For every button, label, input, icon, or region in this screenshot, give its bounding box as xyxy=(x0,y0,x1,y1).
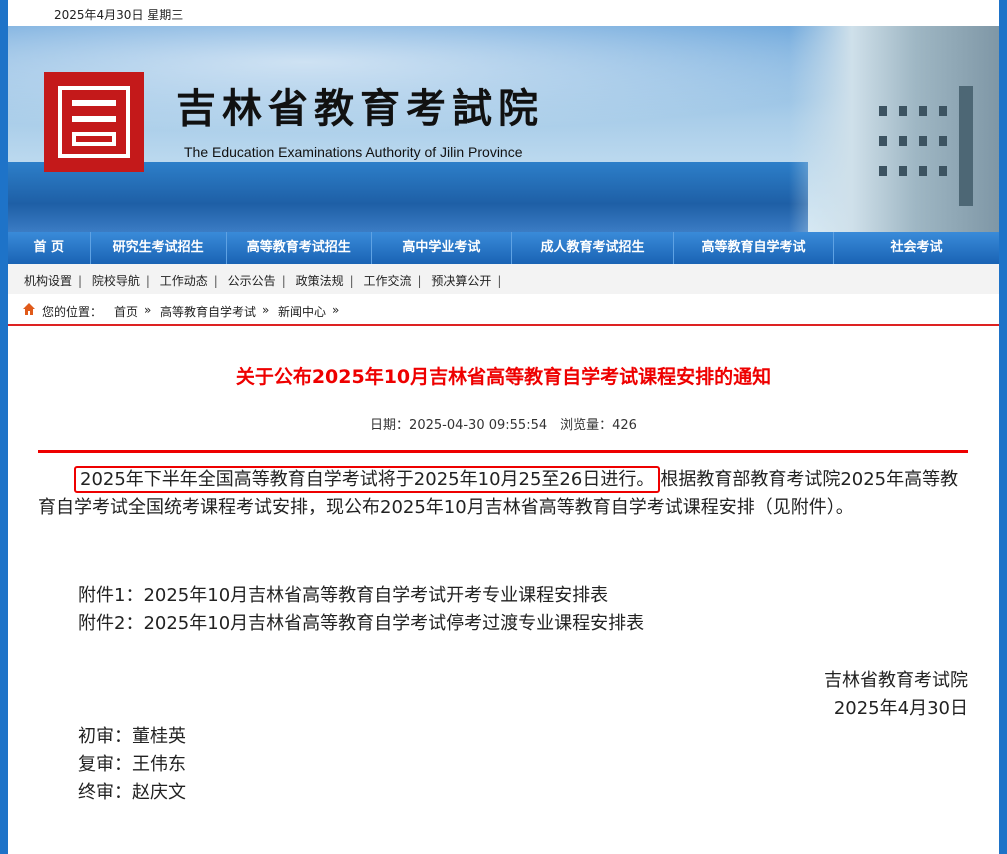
sub-nav: 机构设置 | 院校导航 | 工作动态 | 公示公告 | 政策法规 | 工作交流 | 预决算公… xyxy=(8,264,999,294)
main-nav: 首 页 研究生考试招生 高等教育考试招生 高中学业考试 成人教育考试招生 高等教… xyxy=(8,232,999,264)
building-image xyxy=(789,26,999,232)
page-frame-right xyxy=(999,0,1007,854)
site-logo[interactable] xyxy=(44,72,144,172)
current-date: 2025年4月30日 星期三 xyxy=(54,8,184,22)
breadcrumb-home[interactable]: 首页 xyxy=(114,303,138,320)
breadcrumb-news[interactable]: 新闻中心 xyxy=(278,303,326,320)
nav-item-adult-ed[interactable]: 成人教育考试招生 xyxy=(512,232,674,264)
breadcrumb-self-study[interactable]: 高等教育自学考试 xyxy=(160,303,256,320)
subnav-item-news[interactable]: 工作动态 xyxy=(160,274,208,288)
chevron-right-icon: » xyxy=(144,303,152,317)
breadcrumb: 您的位置： 首页 » 高等教育自学考试 » 新闻中心 » xyxy=(8,294,999,326)
top-bar: 2025年4月30日 星期三 xyxy=(8,0,999,26)
signature-org: 吉林省教育考试院 xyxy=(824,670,968,691)
nav-item-graduate[interactable]: 研究生考试招生 xyxy=(91,232,227,264)
subnav-item-policy[interactable]: 政策法规 xyxy=(296,274,344,288)
reviewer-second: 复审：王伟东 xyxy=(78,754,186,775)
breadcrumb-label: 您的位置： xyxy=(42,305,103,319)
site-title-en: The Education Examinations Authority of … xyxy=(184,144,523,160)
nav-item-self-study[interactable]: 高等教育自学考试 xyxy=(674,232,834,264)
nav-item-higher-ed[interactable]: 高等教育考试招生 xyxy=(227,232,372,264)
chevron-right-icon: » xyxy=(332,303,340,317)
subnav-item-exchange[interactable]: 工作交流 xyxy=(363,274,411,288)
home-icon xyxy=(23,303,35,315)
article-meta: 日期：2025-04-30 09:55:54 浏览量：426 xyxy=(370,418,637,433)
nav-item-social[interactable]: 社会考试 xyxy=(834,232,999,264)
article-content: 关于公布2025年10月吉林省高等教育自学考试课程安排的通知 日期：2025-0… xyxy=(8,326,999,854)
article-title: 关于公布2025年10月吉林省高等教育自学考试课程安排的通知 xyxy=(235,366,772,388)
subnav-item-notices[interactable]: 公示公告 xyxy=(228,274,276,288)
article-body: 2025年下半年全国高等教育自学考试将于2025年10月25至26日进行。 根据教… xyxy=(38,466,968,522)
attachment-link-2[interactable]: 附件2：2025年10月吉林省高等教育自学考试停考过渡专业课程安排表 xyxy=(78,609,644,635)
page-frame-left xyxy=(0,0,8,854)
lake-image xyxy=(8,162,808,232)
subnav-item-budget[interactable]: 预决算公开 xyxy=(431,274,491,288)
nav-item-home[interactable]: 首 页 xyxy=(8,232,91,264)
highlighted-sentence: 2025年下半年全国高等教育自学考试将于2025年10月25至26日进行。 xyxy=(74,466,661,493)
nav-item-high-school[interactable]: 高中学业考试 xyxy=(372,232,512,264)
chevron-right-icon: » xyxy=(262,303,270,317)
divider xyxy=(38,450,968,453)
subnav-item-schools[interactable]: 院校导航 xyxy=(92,274,140,288)
reviewer-first: 初审：董桂英 xyxy=(78,726,186,747)
header-banner: 吉林省教育考試院 The Education Examinations Auth… xyxy=(8,26,999,232)
signature-date: 2025年4月30日 xyxy=(833,698,968,719)
subnav-item-org[interactable]: 机构设置 xyxy=(24,274,72,288)
attachment-link-1[interactable]: 附件1：2025年10月吉林省高等教育自学考试开考专业课程安排表 xyxy=(78,581,608,607)
reviewer-final: 终审：赵庆文 xyxy=(78,782,186,803)
site-title-cn: 吉林省教育考試院 xyxy=(176,85,544,132)
